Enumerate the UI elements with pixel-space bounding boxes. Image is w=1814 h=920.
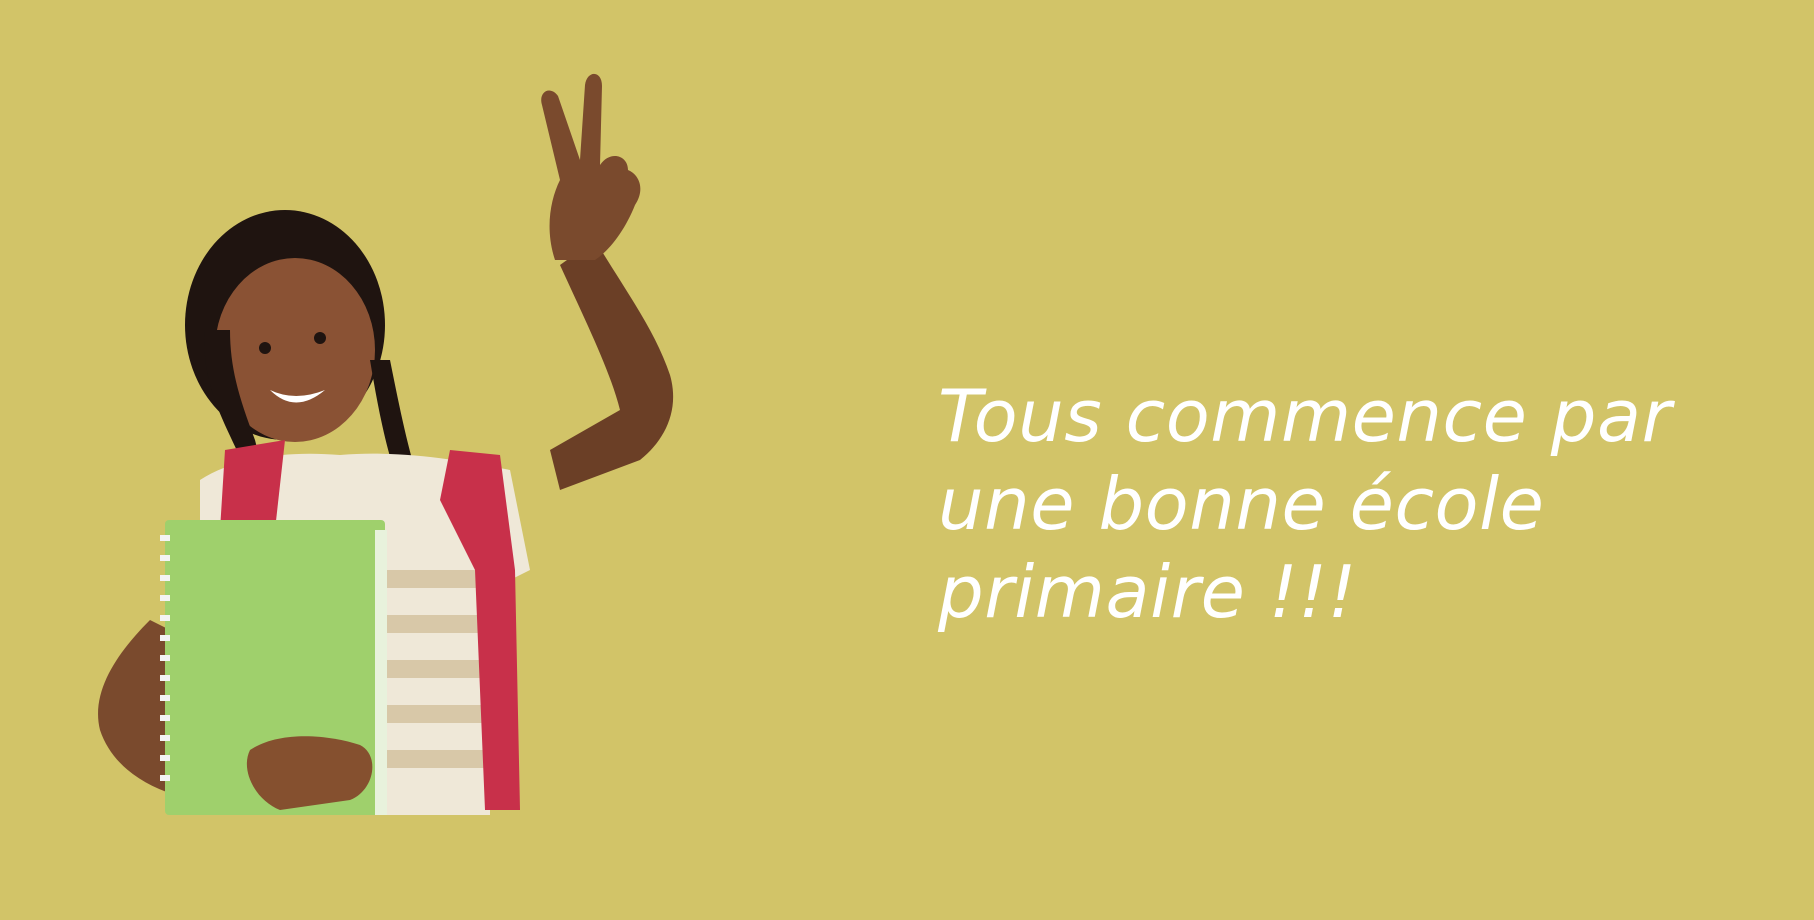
backpack-strap-left bbox=[220, 440, 285, 530]
hero-illustration bbox=[80, 30, 780, 815]
headline-line-3: primaire !!! bbox=[938, 550, 1357, 634]
headline: Tous commence par une bonne école primai… bbox=[938, 372, 1758, 636]
notebook-edge bbox=[375, 530, 387, 815]
eye-right bbox=[314, 332, 326, 344]
eye-left bbox=[259, 342, 271, 354]
headline-line-2: une bonne école bbox=[938, 462, 1545, 546]
peace-sign-hand bbox=[541, 73, 641, 260]
raised-arm bbox=[550, 240, 674, 490]
schoolgirl-illustration bbox=[98, 73, 674, 815]
headline-line-1: Tous commence par bbox=[938, 374, 1672, 458]
